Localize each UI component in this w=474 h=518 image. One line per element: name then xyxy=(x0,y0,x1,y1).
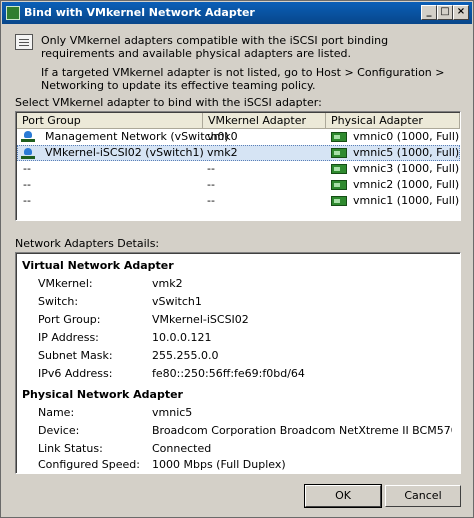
table-row[interactable]: -- -- vmnic1 (1000, Full) xyxy=(17,193,460,209)
port-group-cell: VMkernel-iSCSI02 (vSwitch1) xyxy=(45,146,204,159)
minimize-button[interactable]: _ xyxy=(421,5,437,20)
adapter-details-panel: Virtual Network Adapter VMkernel: vmk2 S… xyxy=(15,252,461,474)
detail-key: Name: xyxy=(38,406,75,419)
column-header-vmkernel-adapter[interactable]: VMkernel Adapter xyxy=(203,113,326,129)
physical-adapter-cell: vmnic3 (1000, Full) xyxy=(353,162,460,175)
list-header: Port Group VMkernel Adapter Physical Ada… xyxy=(17,113,460,129)
physical-adapter-cell: vmnic0 (1000, Full) xyxy=(353,130,460,143)
network-icon xyxy=(21,131,35,143)
detail-value: fe80::250:56ff:fe69:f0bd/64 xyxy=(152,367,305,380)
vmkernel-cell: -- xyxy=(207,178,215,191)
port-group-cell: -- xyxy=(23,178,31,191)
vmkernel-cell: vmk2 xyxy=(207,146,238,159)
details-label: Network Adapters Details: xyxy=(15,237,160,250)
close-button[interactable]: × xyxy=(453,5,469,20)
info-text-not-listed: If a targeted VMkernel adapter is not li… xyxy=(41,66,445,92)
info-text-compatibility: Only VMkernel adapters compatible with t… xyxy=(41,34,389,60)
detail-key: Switch: xyxy=(38,295,79,308)
column-header-physical-adapter[interactable]: Physical Adapter xyxy=(326,113,460,129)
info-icon xyxy=(15,34,33,50)
select-adapter-label: Select VMkernel adapter to bind with the… xyxy=(15,96,322,109)
nic-icon xyxy=(331,148,347,158)
detail-key: Device: xyxy=(38,424,80,437)
detail-key: VMkernel: xyxy=(38,277,93,290)
detail-value: vmk2 xyxy=(152,277,183,290)
detail-value: vSwitch1 xyxy=(152,295,202,308)
ok-button[interactable]: OK xyxy=(304,484,382,508)
table-row[interactable]: -- -- vmnic2 (1000, Full) xyxy=(17,177,460,193)
virtual-adapter-heading: Virtual Network Adapter xyxy=(22,259,174,272)
detail-value: VMkernel-iSCSI02 xyxy=(152,313,249,326)
physical-adapter-heading: Physical Network Adapter xyxy=(22,388,183,401)
port-group-cell: -- xyxy=(23,162,31,175)
port-group-cell: Management Network (vSwitch0) xyxy=(45,130,229,143)
cancel-button[interactable]: Cancel xyxy=(385,485,461,507)
detail-value: 1000 Mbps (Full Duplex) xyxy=(152,458,286,471)
detail-value: 255.255.0.0 xyxy=(152,349,219,362)
physical-adapter-cell: vmnic1 (1000, Full) xyxy=(353,194,460,207)
nic-icon xyxy=(331,196,347,206)
physical-adapter-cell: vmnic5 (1000, Full) xyxy=(353,146,460,159)
physical-adapter-cell: vmnic2 (1000, Full) xyxy=(353,178,460,191)
vmware-app-icon xyxy=(6,6,20,20)
detail-value: Connected xyxy=(152,442,212,455)
detail-key: Port Group: xyxy=(38,313,101,326)
nic-icon xyxy=(331,180,347,190)
maximize-button[interactable]: □ xyxy=(437,5,453,20)
nic-icon xyxy=(331,164,347,174)
table-row[interactable]: Management Network (vSwitch0) vmk0 vmnic… xyxy=(17,129,460,145)
window-title: Bind with VMkernel Network Adapter xyxy=(24,6,255,19)
table-row-selected[interactable]: VMkernel-iSCSI02 (vSwitch1) vmk2 vmnic5 … xyxy=(17,145,460,161)
detail-key: Configured Speed: xyxy=(38,458,140,471)
table-row[interactable]: -- -- vmnic3 (1000, Full) xyxy=(17,161,460,177)
detail-key: Subnet Mask: xyxy=(38,349,113,362)
detail-value: Broadcom Corporation Broadcom NetXtreme … xyxy=(152,424,452,437)
vmkernel-cell: -- xyxy=(207,194,215,207)
detail-key: IP Address: xyxy=(38,331,99,344)
detail-key: Link Status: xyxy=(38,442,103,455)
network-icon xyxy=(21,148,35,160)
nic-icon xyxy=(331,132,347,142)
column-header-port-group[interactable]: Port Group xyxy=(17,113,203,129)
vmkernel-cell: vmk0 xyxy=(207,130,238,143)
detail-value: 10.0.0.121 xyxy=(152,331,212,344)
vmkernel-cell: -- xyxy=(207,162,215,175)
detail-value: vmnic5 xyxy=(152,406,193,419)
dialog-window: Bind with VMkernel Network Adapter _ □ ×… xyxy=(0,0,474,518)
adapter-list[interactable]: Port Group VMkernel Adapter Physical Ada… xyxy=(15,111,461,221)
title-bar[interactable]: Bind with VMkernel Network Adapter _ □ × xyxy=(2,2,472,24)
port-group-cell: -- xyxy=(23,194,31,207)
detail-key: IPv6 Address: xyxy=(38,367,113,380)
